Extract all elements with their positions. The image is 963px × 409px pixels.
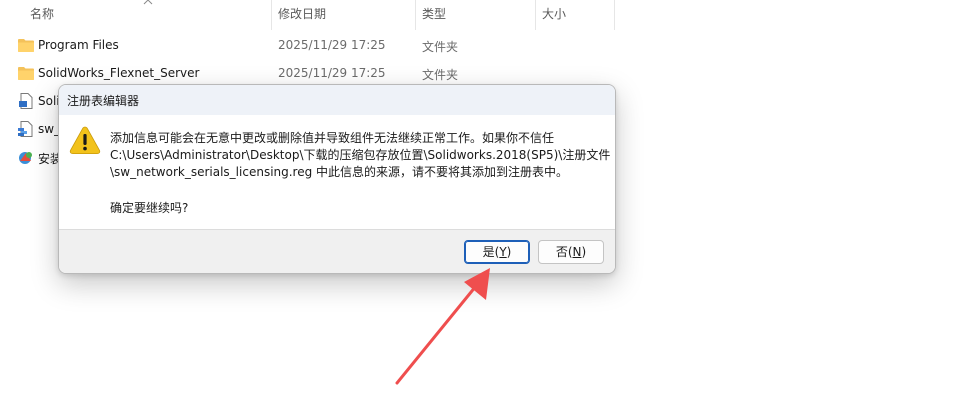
folder-icon <box>18 39 34 52</box>
column-divider[interactable] <box>271 0 272 30</box>
file-date: 2025/11/29 17:25 <box>278 66 386 80</box>
confirm-question: 确定要继续吗? <box>110 201 189 215</box>
file-row[interactable]: SolidWorks_Flexnet_Server 2025/11/29 17:… <box>0 59 620 87</box>
no-button[interactable]: 否(N) <box>538 240 604 264</box>
file-date: 2025/11/29 17:25 <box>278 38 386 52</box>
file-icon <box>19 93 33 109</box>
file-name: Soli <box>38 94 60 108</box>
column-header-name[interactable]: 名称 <box>30 0 54 30</box>
yes-button-label: 是( <box>482 245 500 259</box>
file-name: SolidWorks_Flexnet_Server <box>38 66 200 80</box>
yes-accelerator-key: Y <box>499 245 507 259</box>
column-header-size[interactable]: 大小 <box>542 0 566 30</box>
yes-button-label-end: ) <box>506 245 512 259</box>
column-header-type[interactable]: 类型 <box>422 0 446 30</box>
annotation-arrow-icon <box>395 268 490 385</box>
no-button-label: 否( <box>555 245 573 259</box>
folder-icon <box>18 67 34 80</box>
file-type: 文件夹 <box>422 68 459 82</box>
message-line: 添加信息可能会在无意中更改或删除值并导致组件无法继续正常工作。如果你不信任 <box>110 131 555 145</box>
installer-icon <box>19 152 32 164</box>
reg-file-icon <box>18 121 33 137</box>
warning-icon <box>69 126 101 154</box>
column-divider[interactable] <box>415 0 416 30</box>
dialog-footer: 是(Y) 否(N) <box>59 229 615 273</box>
file-row[interactable]: Program Files 2025/11/29 17:25 文件夹 <box>0 31 620 59</box>
no-button-label-end: ) <box>581 245 587 259</box>
sort-caret-icon <box>143 0 153 5</box>
file-name: Program Files <box>38 38 119 52</box>
warning-message: 添加信息可能会在无意中更改或删除值并导致组件无法继续正常工作。如果你不信任 C:… <box>110 130 610 181</box>
file-name: sw_ <box>38 122 61 136</box>
dialog-titlebar[interactable]: 注册表编辑器 <box>59 85 615 115</box>
file-type: 文件夹 <box>422 40 459 54</box>
registry-editor-dialog: 注册表编辑器 添加信息可能会在无意中更改或删除值并导致组件无法继续正常工作。如果… <box>58 84 616 274</box>
column-header-modified[interactable]: 修改日期 <box>278 0 326 30</box>
message-line: C:\Users\Administrator\Desktop\下载的压缩包存放位… <box>110 148 611 162</box>
message-line: \sw_network_serials_licensing.reg 中此信息的来… <box>110 165 569 179</box>
dialog-title: 注册表编辑器 <box>67 94 140 108</box>
column-divider[interactable] <box>535 0 536 30</box>
yes-button[interactable]: 是(Y) <box>464 240 530 264</box>
column-divider[interactable] <box>614 0 615 30</box>
